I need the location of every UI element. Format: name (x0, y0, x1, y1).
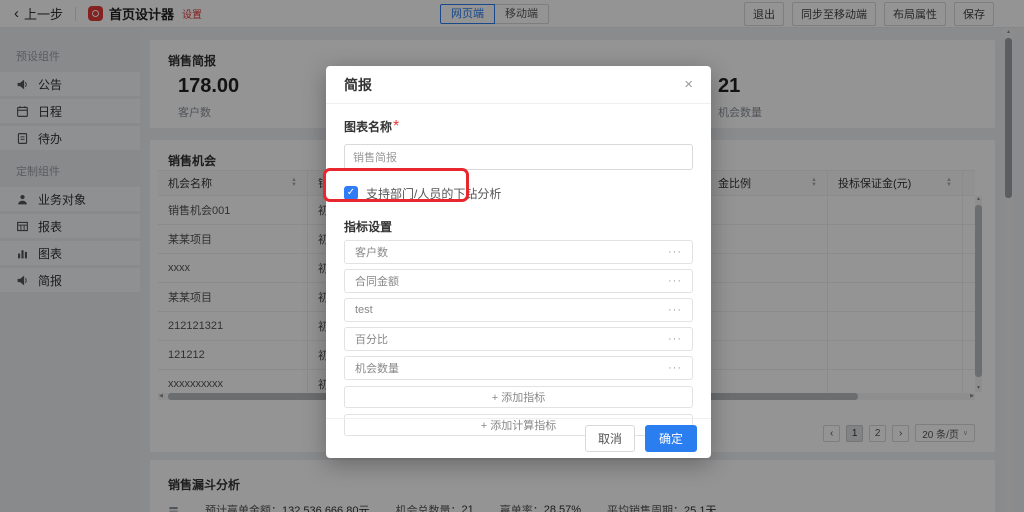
indicator-item-customer-count[interactable]: 客户数 ··· (344, 240, 693, 264)
confirm-button[interactable]: 确定 (645, 425, 697, 452)
dialog-body: 图表名称* ✓ 支持部门/人员的下钻分析 指标设置 客户数 ··· 合同金额 ·… (326, 104, 711, 436)
indicator-settings-label: 指标设置 (344, 218, 693, 235)
dialog-header: 简报 × (326, 66, 711, 104)
indicator-item-contract-amount[interactable]: 合同金额 ··· (344, 269, 693, 293)
chart-name-input[interactable] (344, 144, 693, 170)
dialog-footer: 取消 确定 (326, 418, 711, 458)
more-options-icon[interactable]: ··· (668, 305, 682, 316)
indicator-item-test[interactable]: test ··· (344, 298, 693, 322)
checkbox-checked-icon[interactable]: ✓ (344, 186, 358, 200)
brief-settings-dialog: 简报 × 图表名称* ✓ 支持部门/人员的下钻分析 指标设置 客户数 ··· 合… (326, 66, 711, 458)
checkbox-label: 支持部门/人员的下钻分析 (366, 185, 501, 202)
cancel-button[interactable]: 取消 (585, 425, 635, 452)
chart-name-label: 图表名称* (344, 118, 693, 136)
dialog-title: 简报 (344, 75, 372, 95)
more-options-icon[interactable]: ··· (668, 276, 682, 287)
more-options-icon[interactable]: ··· (668, 363, 682, 374)
drilldown-checkbox-row[interactable]: ✓ 支持部门/人员的下钻分析 (344, 184, 693, 202)
indicator-item-percentage[interactable]: 百分比 ··· (344, 327, 693, 351)
required-mark: * (393, 118, 399, 135)
more-options-icon[interactable]: ··· (668, 334, 682, 345)
indicator-item-opportunity-count[interactable]: 机会数量 ··· (344, 356, 693, 380)
add-indicator-button[interactable]: + 添加指标 (344, 386, 693, 408)
close-icon[interactable]: × (684, 77, 693, 92)
more-options-icon[interactable]: ··· (668, 247, 682, 258)
